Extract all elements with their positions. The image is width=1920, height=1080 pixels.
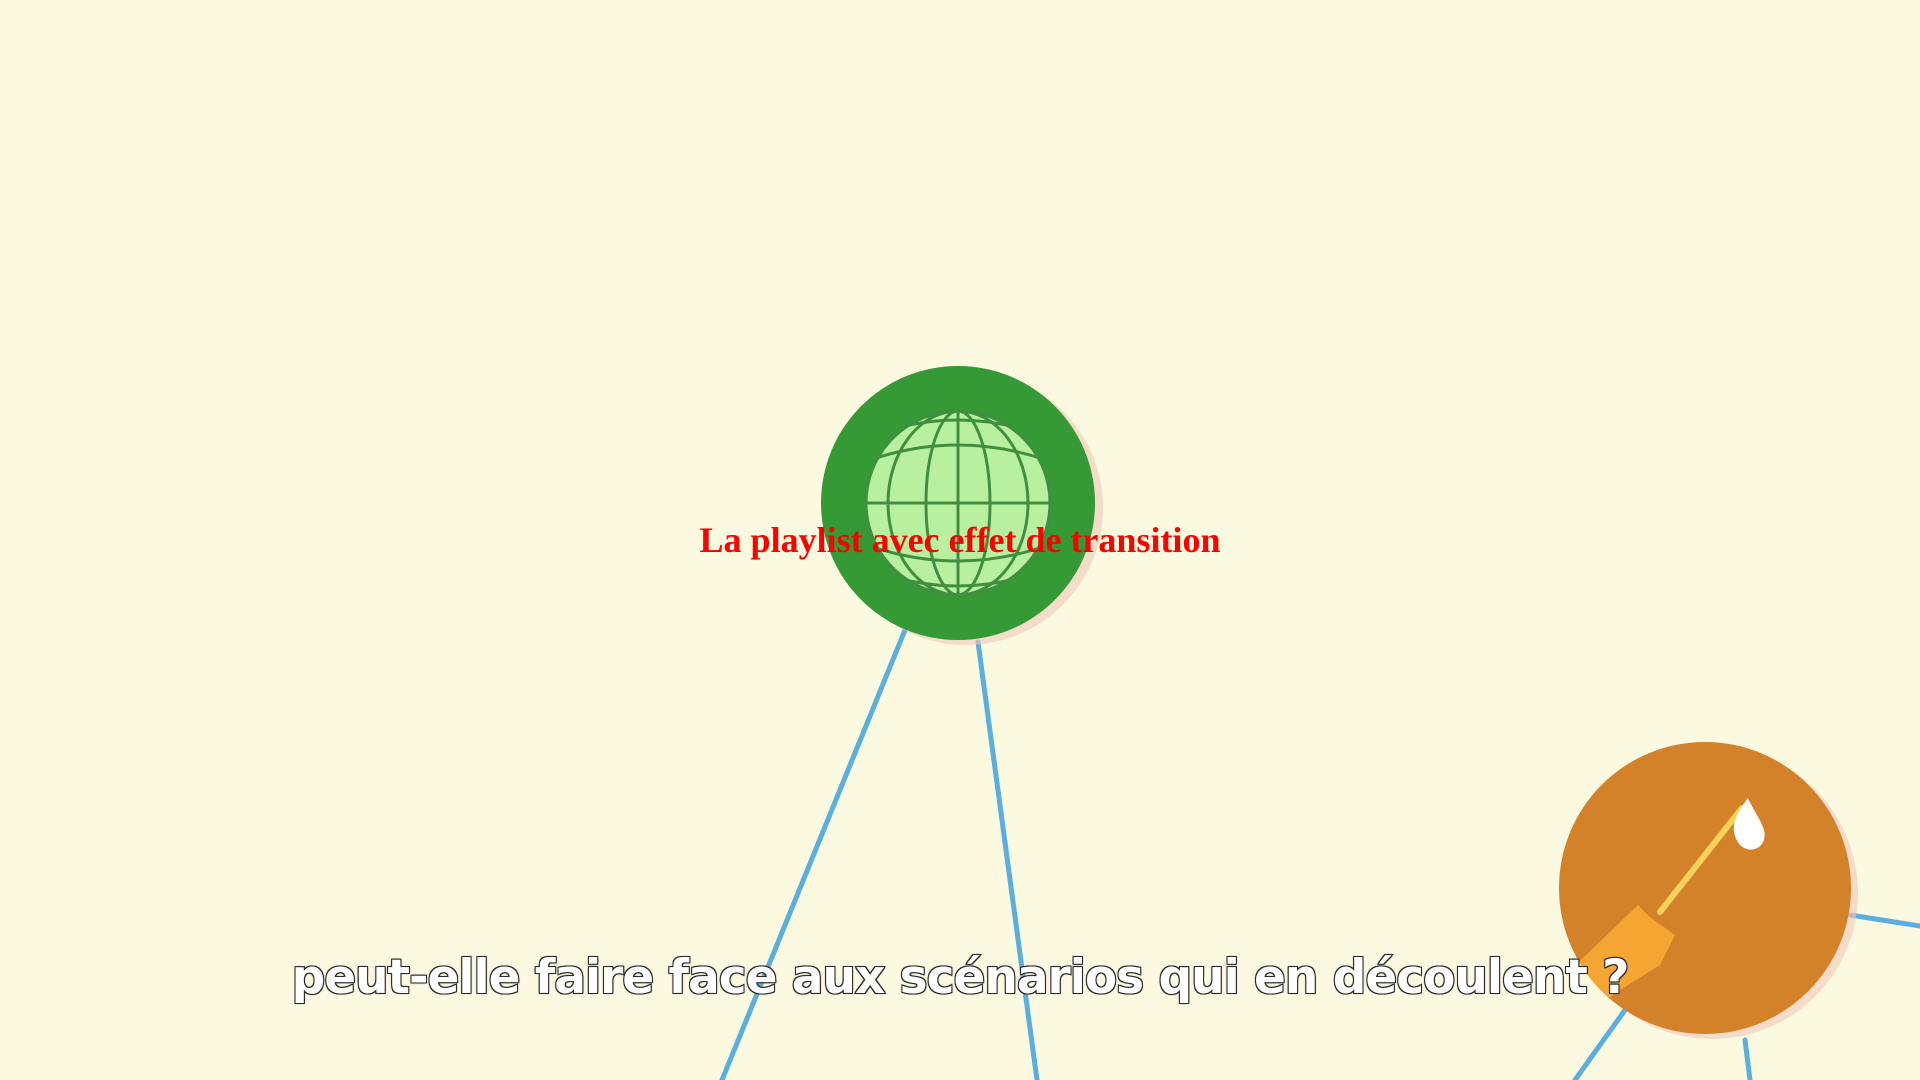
video-subtitle: peut-elle faire face aux scénarios qui e…	[291, 949, 1631, 1006]
playlist-title-overlay: La playlist avec effet de transition	[699, 520, 1221, 560]
connector-line-orange-bottom	[1742, 1037, 1753, 1080]
connector-line-right	[975, 639, 1040, 1080]
globe-icon	[864, 409, 1052, 597]
video-frame: La playlist avec effet de transition peu…	[0, 0, 1920, 1080]
connector-line-orange-right	[1847, 912, 1920, 929]
connector-line-orange-bottom-left	[1572, 1007, 1628, 1080]
globe-node	[821, 366, 1103, 645]
connector-line-left	[719, 627, 908, 1080]
